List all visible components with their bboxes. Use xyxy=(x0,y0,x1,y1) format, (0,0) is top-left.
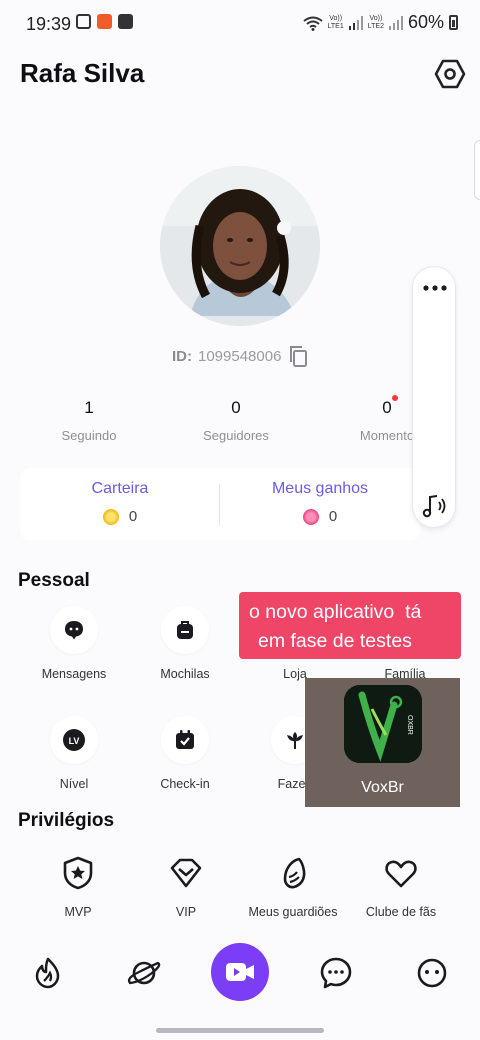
shield-star-icon xyxy=(63,856,93,890)
status-notification-icons xyxy=(76,14,133,29)
grid-item-nivel[interactable]: LV Nível xyxy=(19,716,129,791)
carteira-value: 0 xyxy=(128,508,138,525)
signal2-icon xyxy=(388,15,403,30)
grid-item-mochilas[interactable]: Mochilas xyxy=(130,606,240,681)
signal-icon xyxy=(348,15,363,30)
priv-label: MVP xyxy=(64,905,92,919)
gold-coin-icon xyxy=(102,508,119,525)
lte2-indicator: Vo)) LTE2 xyxy=(367,14,384,30)
avatar[interactable] xyxy=(160,166,320,326)
banner-line-1: o novo aplicativo tá xyxy=(249,601,422,623)
ganhos-label: Meus ganhos xyxy=(271,480,369,497)
side-edge-tab[interactable] xyxy=(474,140,480,200)
profile-face-icon[interactable] xyxy=(414,955,450,991)
stat-label: Seguindo xyxy=(61,428,117,443)
status-time: 19:39 xyxy=(26,14,72,34)
battery-icon xyxy=(449,15,458,30)
music-note-icon[interactable] xyxy=(420,493,450,519)
wallet-carteira[interactable]: Carteira 0 xyxy=(20,480,220,525)
section-title-privilegios: Privilégios xyxy=(18,810,115,831)
priv-item-mvp[interactable]: MVP xyxy=(18,855,138,919)
priv-item-guardioes[interactable]: Meus guardiões xyxy=(233,855,353,919)
carteira-label: Carteira xyxy=(91,480,149,497)
priv-item-vip[interactable]: VIP xyxy=(126,855,246,919)
video-camera-icon xyxy=(226,963,254,981)
heart-icon xyxy=(385,860,417,888)
battery-percent: 60% xyxy=(407,12,444,32)
stat-value: 1 xyxy=(84,398,94,417)
floating-panel xyxy=(412,266,456,528)
diamond-icon xyxy=(170,858,202,888)
promo-banner: o novo aplicativo tá em fase de testes xyxy=(239,592,461,659)
priv-item-clube[interactable]: Clube de fãs xyxy=(341,855,461,919)
bottom-nav xyxy=(0,935,480,1025)
wing-icon xyxy=(283,857,306,889)
pink-coin-icon xyxy=(302,508,319,525)
message-bubble-icon xyxy=(65,621,83,640)
wallet-ganhos[interactable]: Meus ganhos 0 xyxy=(220,480,420,525)
svg-text:OXBR: OXBR xyxy=(406,715,413,735)
grid-item-mensagens[interactable]: Mensagens xyxy=(19,606,129,681)
notification-dot xyxy=(392,395,398,401)
priv-label: Clube de fãs xyxy=(365,905,437,919)
more-options-icon[interactable] xyxy=(422,283,448,293)
stat-value: 0 xyxy=(231,398,241,417)
banner-line-2: em fase de testes xyxy=(258,630,412,652)
live-video-button[interactable] xyxy=(211,943,269,1001)
grid-label: Check-in xyxy=(160,777,210,791)
id-label: ID: xyxy=(172,347,192,365)
priv-label: VIP xyxy=(175,905,197,919)
level-badge-icon: LV xyxy=(63,729,85,751)
calendar-check-icon xyxy=(176,730,194,749)
checkbox-notification-icon xyxy=(118,14,133,29)
home-indicator[interactable] xyxy=(156,1028,324,1033)
voxbr-logo: OXBR xyxy=(344,685,422,763)
priv-label: Meus guardiões xyxy=(248,905,338,919)
stat-following[interactable]: 1 Seguindo xyxy=(19,398,159,443)
chat-bubble-icon[interactable] xyxy=(318,955,354,991)
id-value: 1099548006 xyxy=(198,347,282,365)
status-bar: 19:39 Vo)) LTE1 Vo)) LTE2 60% xyxy=(0,0,480,50)
stat-label: Seguidores xyxy=(203,428,269,443)
video-overlay[interactable]: OXBR VoxBr xyxy=(305,678,460,807)
grid-item-checkin[interactable]: Check-in xyxy=(130,716,240,791)
planet-icon[interactable] xyxy=(126,955,162,991)
avatar-photo xyxy=(160,166,320,326)
wallet-card: Carteira 0 Meus ganhos 0 xyxy=(20,468,420,540)
backpack-icon xyxy=(177,621,193,639)
screen-record-icon xyxy=(76,14,91,29)
user-id-row: ID: 1099548006 xyxy=(172,344,309,368)
grid-label: Mensagens xyxy=(41,667,107,681)
grid-label: Mochilas xyxy=(160,667,210,681)
settings-hexagon-icon[interactable] xyxy=(434,58,466,90)
video-caption: VoxBr xyxy=(361,779,404,796)
flower-icon xyxy=(287,732,303,749)
flame-icon[interactable] xyxy=(30,955,66,991)
ganhos-value: 0 xyxy=(328,508,338,525)
svg-text:LV: LV xyxy=(69,736,80,746)
copy-icon[interactable] xyxy=(287,344,309,368)
lte1-indicator: Vo)) LTE1 xyxy=(327,14,344,30)
app-notification-icon xyxy=(97,14,112,29)
section-title-pessoal: Pessoal xyxy=(18,570,90,591)
grid-label: Nível xyxy=(59,777,89,791)
status-right: Vo)) LTE1 Vo)) LTE2 60% xyxy=(302,12,458,33)
stat-followers[interactable]: 0 Seguidores xyxy=(166,398,306,443)
page-title: Rafa Silva xyxy=(20,58,145,88)
wifi-icon xyxy=(302,16,323,31)
